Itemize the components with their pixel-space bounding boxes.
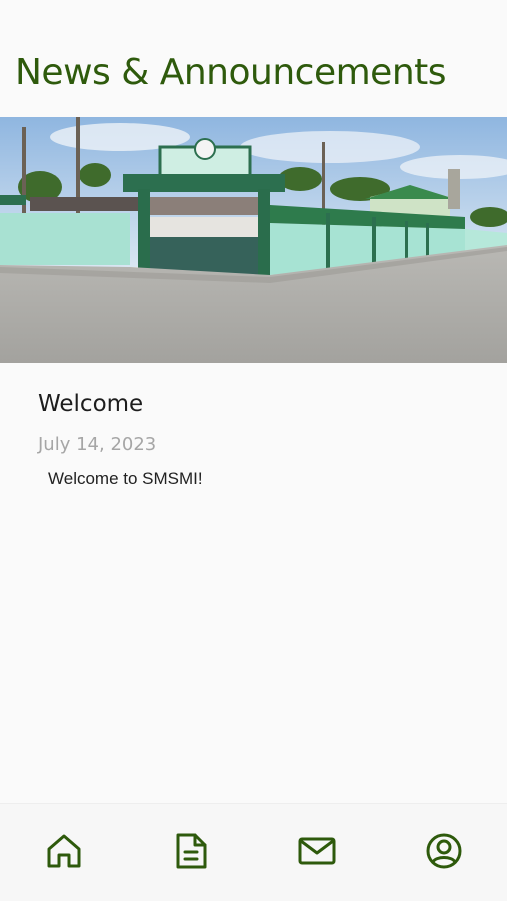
- hero-image: [0, 117, 507, 363]
- post-body: Welcome to SMSMI!: [48, 469, 203, 488]
- nav-profile-button[interactable]: [424, 831, 464, 871]
- post-title: Welcome: [38, 391, 144, 417]
- page-title: News & Announcements: [15, 52, 447, 93]
- bottom-nav: [0, 803, 507, 901]
- post-date: July 14, 2023: [38, 434, 157, 455]
- nav-home-button[interactable]: [44, 831, 84, 871]
- nav-documents-button[interactable]: [171, 831, 211, 871]
- home-icon: [47, 834, 81, 868]
- mail-icon: [298, 837, 336, 865]
- nav-messages-button[interactable]: [297, 831, 337, 871]
- profile-icon: [426, 833, 462, 869]
- document-icon: [176, 833, 207, 869]
